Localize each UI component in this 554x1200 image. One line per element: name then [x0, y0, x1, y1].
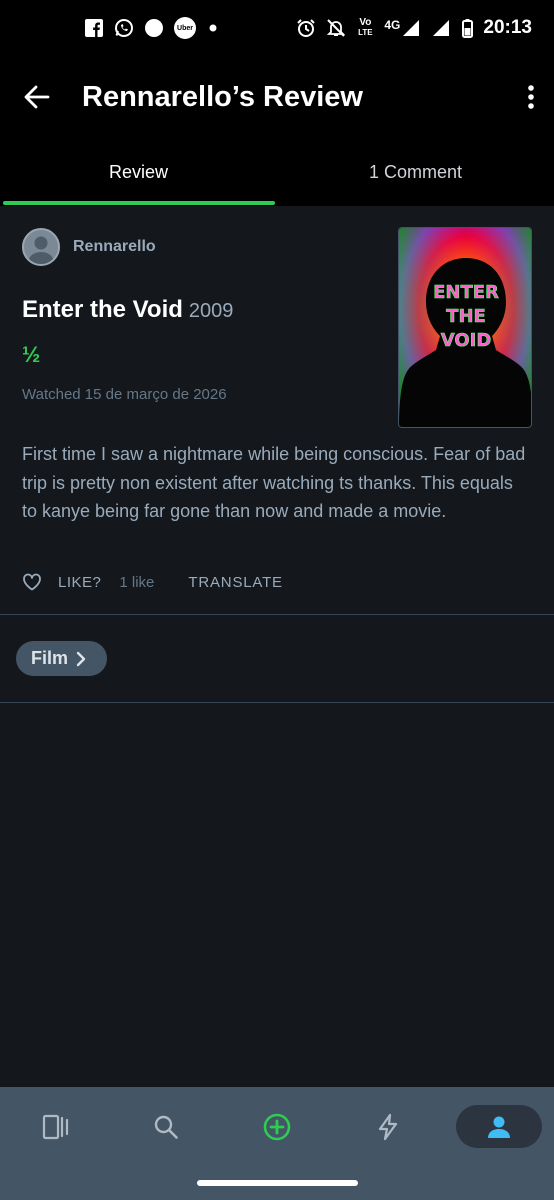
heart-icon[interactable] — [22, 572, 42, 592]
author-name: Rennarello — [73, 238, 156, 255]
films-icon — [42, 1114, 69, 1140]
translate-button[interactable]: TRANSLATE — [188, 574, 282, 591]
app-bar: Rennarello’s Review — [0, 56, 554, 138]
like-button[interactable]: LIKE? — [58, 574, 101, 591]
network-type: 4G — [384, 18, 401, 32]
tab-comments-label: 1 Comment — [368, 161, 463, 182]
add-icon — [263, 1113, 291, 1141]
search-icon — [154, 1115, 178, 1139]
tab-review-label: Review — [108, 161, 169, 182]
more-vertical-icon — [528, 85, 534, 109]
film-chip-label: Film — [31, 648, 69, 668]
clock: 20:13 — [483, 17, 532, 38]
whatsapp-icon — [114, 18, 134, 38]
signal-icon — [431, 18, 451, 38]
film-year: 2009 — [188, 300, 234, 322]
review-text: First time I saw a nightmare while being… — [22, 444, 526, 521]
dot-icon — [206, 18, 220, 38]
circle-icon — [144, 18, 164, 38]
avatar — [22, 228, 60, 266]
uber-label: Uber — [177, 24, 193, 32]
uber-icon: Uber — [174, 17, 196, 39]
volte-icon: Vo LTE — [358, 17, 373, 38]
tab-review[interactable]: Review — [0, 138, 277, 206]
rating-stars: ½ — [22, 342, 41, 367]
arrow-left-icon — [24, 85, 50, 109]
alarm-icon — [296, 18, 316, 38]
system-icons: Vo LTE 4G 20:13 — [296, 17, 532, 39]
facebook-icon — [84, 18, 104, 38]
activity-icon — [378, 1113, 398, 1141]
watched-date: Watched 15 de março de 2026 — [22, 386, 227, 403]
nav-activity[interactable] — [366, 1105, 410, 1149]
nav-add[interactable] — [255, 1105, 299, 1149]
back-button[interactable] — [0, 56, 74, 138]
tab-bar: Review 1 Comment — [0, 138, 554, 206]
profile-icon — [488, 1116, 510, 1138]
overflow-menu-button[interactable] — [508, 56, 554, 138]
nav-films[interactable] — [34, 1105, 78, 1149]
film-chip[interactable]: Film — [16, 641, 107, 676]
mute-icon — [326, 18, 346, 38]
tab-comments[interactable]: 1 Comment — [277, 138, 554, 206]
like-count[interactable]: 1 like — [119, 574, 154, 591]
nav-search[interactable] — [144, 1105, 188, 1149]
author-row[interactable]: Rennarello — [22, 228, 156, 266]
chevron-right-icon — [76, 651, 86, 666]
poster-title-line-3: VOID — [441, 330, 492, 351]
nav-profile[interactable] — [476, 1105, 522, 1149]
film-title: Enter the Void — [22, 296, 183, 323]
divider — [0, 614, 554, 615]
signal-icon — [401, 18, 421, 38]
status-bar: Uber Vo LTE 4G 20:13 — [0, 0, 554, 56]
home-indicator[interactable] — [197, 1180, 358, 1186]
page-title: Rennarello’s Review — [82, 80, 363, 113]
film-poster[interactable]: ENTER THE VOID — [398, 227, 532, 428]
battery-icon — [461, 18, 473, 38]
review-actions: LIKE? 1 like TRANSLATE — [22, 572, 283, 592]
divider — [0, 702, 554, 703]
notification-icons: Uber — [84, 17, 220, 39]
poster-title-line-2: THE — [446, 306, 486, 327]
film-title-row[interactable]: Enter the Void 2009 — [22, 296, 233, 324]
active-tab-indicator — [3, 201, 275, 205]
poster-title-line-1: ENTER — [433, 282, 499, 303]
